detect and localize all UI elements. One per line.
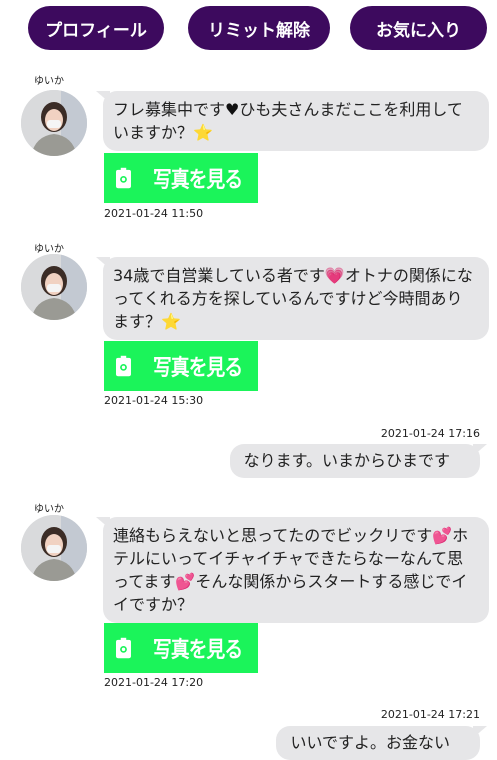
avatar[interactable] [21, 254, 87, 320]
view-photo-button[interactable]: 写真を見る [104, 623, 258, 673]
message-bubble: 連絡もらえないと思ってたのでビックリです💕ホテルにいってイチャイチャできたらなー… [96, 517, 489, 623]
heart-icon: 💗 [324, 266, 345, 285]
avatar[interactable] [21, 515, 87, 581]
timestamp: 2021-01-24 17:21 [380, 708, 480, 721]
message-bubble: 34歳で自営業している者です💗オトナの関係になってくれる方を探しているんですけど… [96, 257, 489, 340]
my-message-bubble: いいですよ。お金ない [276, 726, 487, 760]
message-text: いいですよ。お金ない [290, 733, 450, 752]
timestamp: 2021-01-24 15:30 [104, 394, 204, 407]
view-photo-button[interactable]: 写真を見る [104, 341, 258, 391]
view-photo-label: 写真を見る [152, 168, 243, 193]
timestamp: 2021-01-24 17:16 [380, 427, 480, 440]
avatar[interactable] [21, 90, 87, 156]
view-photo-button[interactable]: 写真を見る [104, 153, 258, 203]
message-text: フレ募集中です [113, 100, 226, 119]
message-text: 連絡もらえないと思ってたのでビックリです [113, 526, 433, 545]
timestamp: 2021-01-24 11:50 [104, 207, 204, 220]
my-message-bubble: なります。いまからひまです [229, 444, 487, 478]
profile-button[interactable]: プロフィール [28, 6, 164, 50]
sender-name: ゆいか [34, 504, 64, 515]
view-photo-label: 写真を見る [152, 638, 243, 663]
camera-icon [116, 355, 131, 377]
star-icon: ⭐ [193, 123, 213, 142]
message-bubble: フレ募集中です♥ひも夫さんまだここを利用していますか？⭐ [96, 91, 489, 151]
favorite-button[interactable]: お気に入り [350, 6, 487, 50]
sender-name: ゆいか [34, 76, 64, 87]
camera-icon [116, 167, 131, 189]
heart-icon: ♥ [225, 100, 240, 119]
timestamp: 2021-01-24 17:20 [104, 676, 204, 689]
message-text: 34歳で自営業している者です [113, 266, 325, 285]
sender-name: ゆいか [34, 244, 64, 255]
hearts-icon: 💕 [432, 526, 453, 545]
hearts-icon: 💕 [175, 572, 196, 591]
limit-release-button[interactable]: リミット解除 [188, 6, 330, 50]
star-icon: ⭐ [161, 312, 181, 331]
view-photo-label: 写真を見る [152, 356, 243, 381]
camera-icon [116, 637, 131, 659]
top-action-bar: プロフィール リミット解除 お気に入り [0, 0, 497, 60]
message-text: なります。いまからひまです [243, 451, 450, 470]
